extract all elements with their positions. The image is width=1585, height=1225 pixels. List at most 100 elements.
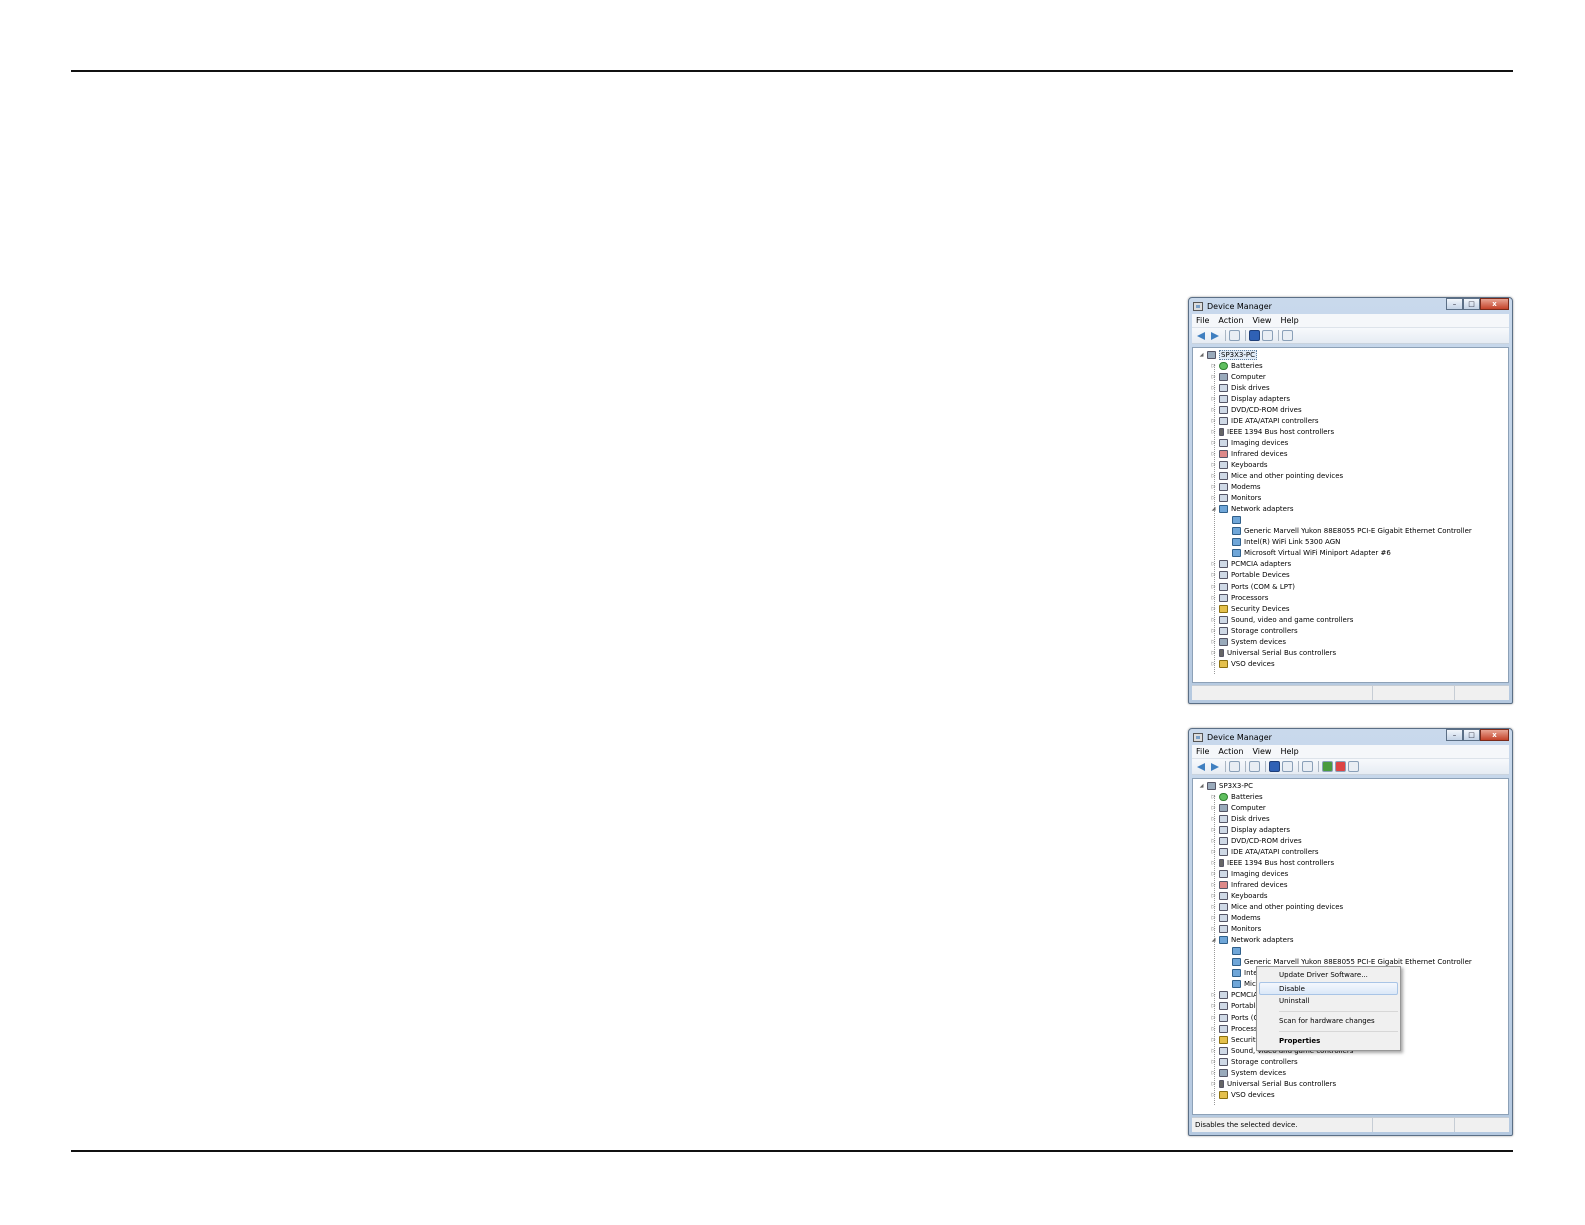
tree-item[interactable]: ▷ Computer xyxy=(1193,802,1508,813)
expand-arrow-icon[interactable]: ▷ xyxy=(1210,1059,1217,1065)
expand-arrow-icon[interactable]: ▷ xyxy=(1210,484,1217,490)
tree-item[interactable]: ▷ Ports (COM & LPT) xyxy=(1193,581,1508,592)
expand-arrow-icon[interactable]: ▷ xyxy=(1210,396,1217,402)
help-icon[interactable] xyxy=(1249,330,1260,341)
tree-item[interactable]: ▷ Sound, video and game controllers xyxy=(1193,614,1508,625)
tree-item-network-adapters[interactable]: ◢ Network adapters xyxy=(1193,935,1508,946)
properties-menu-item[interactable]: Properties xyxy=(1257,1035,1400,1048)
expand-arrow-icon[interactable]: ▷ xyxy=(1210,816,1217,822)
close-button[interactable]: x xyxy=(1480,729,1509,741)
minimize-button[interactable]: – xyxy=(1446,298,1463,310)
forward-icon[interactable] xyxy=(1209,761,1220,772)
properties-icon[interactable] xyxy=(1262,330,1273,341)
expand-arrow-icon[interactable]: ▷ xyxy=(1210,561,1217,567)
tree-item[interactable]: ▷ Security Devices xyxy=(1193,603,1508,614)
expand-arrow-icon[interactable]: ▷ xyxy=(1210,1003,1217,1009)
device-tree-pane[interactable]: ◢ SP3X3-PC ▷ Batteries ▷ Computer ▷ Disk dri… xyxy=(1192,347,1509,683)
expand-arrow-icon[interactable]: ▷ xyxy=(1210,1081,1217,1087)
network-device[interactable]: Generic Marvell Yukon 88E8055 PCI-E Giga… xyxy=(1193,526,1508,537)
tree-item[interactable]: ▷ VSO devices xyxy=(1193,658,1508,669)
expand-arrow-icon[interactable]: ▷ xyxy=(1210,363,1217,369)
expand-arrow-icon[interactable]: ▷ xyxy=(1210,805,1217,811)
expand-arrow-icon[interactable]: ▷ xyxy=(1210,606,1217,612)
tree-item[interactable]: ▷ Infrared devices xyxy=(1193,879,1508,890)
show-hide-tree-icon[interactable] xyxy=(1229,761,1240,772)
show-hide-tree-icon[interactable] xyxy=(1229,330,1240,341)
expand-arrow-icon[interactable]: ▷ xyxy=(1210,429,1217,435)
tree-item[interactable]: ▷ Computer xyxy=(1193,371,1508,382)
back-icon[interactable] xyxy=(1196,761,1207,772)
collapse-arrow-icon[interactable]: ◢ xyxy=(1198,352,1205,358)
expand-arrow-icon[interactable]: ▷ xyxy=(1210,860,1217,866)
expand-arrow-icon[interactable]: ▷ xyxy=(1210,628,1217,634)
network-device[interactable] xyxy=(1193,515,1508,526)
expand-arrow-icon[interactable]: ▷ xyxy=(1210,827,1217,833)
collapse-arrow-icon[interactable]: ◢ xyxy=(1210,506,1217,512)
expand-arrow-icon[interactable]: ▷ xyxy=(1210,893,1217,899)
menu-help[interactable]: Help xyxy=(1280,316,1298,325)
uninstall-icon[interactable] xyxy=(1335,761,1346,772)
tree-item[interactable]: ▷ Universal Serial Bus controllers xyxy=(1193,647,1508,658)
disable-menu-item[interactable]: Disable xyxy=(1259,982,1398,995)
expand-arrow-icon[interactable]: ▷ xyxy=(1210,418,1217,424)
scan-hardware-menu-item[interactable]: Scan for hardware changes xyxy=(1257,1015,1400,1028)
expand-arrow-icon[interactable]: ▷ xyxy=(1210,495,1217,501)
tree-item[interactable]: ▷ PCMCIA adapters xyxy=(1193,559,1508,570)
collapse-arrow-icon[interactable]: ◢ xyxy=(1198,783,1205,789)
expand-arrow-icon[interactable]: ▷ xyxy=(1210,639,1217,645)
forward-icon[interactable] xyxy=(1209,330,1220,341)
context-menu[interactable]: Update Driver Software... Disable Uninst… xyxy=(1256,966,1401,1051)
expand-arrow-icon[interactable]: ▷ xyxy=(1210,407,1217,413)
menu-view[interactable]: View xyxy=(1252,747,1271,756)
expand-arrow-icon[interactable]: ▷ xyxy=(1210,374,1217,380)
tree-root[interactable]: ◢ SP3X3-PC xyxy=(1193,780,1508,791)
tree-item[interactable]: ▷ IDE ATA/ATAPI controllers xyxy=(1193,846,1508,857)
tree-item[interactable]: ▷ Monitors xyxy=(1193,924,1508,935)
expand-arrow-icon[interactable]: ▷ xyxy=(1210,838,1217,844)
expand-arrow-icon[interactable]: ▷ xyxy=(1210,584,1217,590)
tree-item[interactable]: ▷ Universal Serial Bus controllers xyxy=(1193,1078,1508,1089)
expand-arrow-icon[interactable]: ▷ xyxy=(1210,1015,1217,1021)
tree-item[interactable]: ▷ DVD/CD-ROM drives xyxy=(1193,404,1508,415)
view-icon[interactable] xyxy=(1282,761,1293,772)
expand-arrow-icon[interactable]: ▷ xyxy=(1210,915,1217,921)
tree-item[interactable]: ▷ Mice and other pointing devices xyxy=(1193,902,1508,913)
expand-arrow-icon[interactable]: ▷ xyxy=(1210,661,1217,667)
network-device[interactable] xyxy=(1193,946,1508,957)
tree-item[interactable]: ▷ Keyboards xyxy=(1193,459,1508,470)
collapse-arrow-icon[interactable]: ◢ xyxy=(1210,937,1217,943)
tree-item[interactable]: ▷ Imaging devices xyxy=(1193,868,1508,879)
title-bar[interactable]: Device Manager – □ x xyxy=(1189,298,1512,314)
menu-view[interactable]: View xyxy=(1252,316,1271,325)
expand-arrow-icon[interactable]: ▷ xyxy=(1210,992,1217,998)
scan-hardware-icon[interactable] xyxy=(1302,761,1313,772)
tree-item[interactable]: ▷ Storage controllers xyxy=(1193,625,1508,636)
device-manager-window[interactable]: Device Manager – □ x File Action View He… xyxy=(1188,728,1513,1136)
close-button[interactable]: x xyxy=(1480,298,1509,310)
uninstall-menu-item[interactable]: Uninstall xyxy=(1257,995,1400,1008)
tree-root[interactable]: ◢ SP3X3-PC xyxy=(1193,349,1508,360)
tree-item[interactable]: ▷ System devices xyxy=(1193,1067,1508,1078)
properties-icon[interactable] xyxy=(1249,761,1260,772)
update-driver-menu-item[interactable]: Update Driver Software... xyxy=(1257,969,1400,982)
device-manager-window[interactable]: Device Manager – □ x File Action View He… xyxy=(1188,297,1513,704)
maximize-button[interactable]: □ xyxy=(1463,729,1480,741)
expand-arrow-icon[interactable]: ▷ xyxy=(1210,794,1217,800)
minimize-button[interactable]: – xyxy=(1446,729,1463,741)
expand-arrow-icon[interactable]: ▷ xyxy=(1210,462,1217,468)
menu-file[interactable]: File xyxy=(1196,316,1209,325)
expand-arrow-icon[interactable]: ▷ xyxy=(1210,1048,1217,1054)
back-icon[interactable] xyxy=(1196,330,1207,341)
tree-item[interactable]: ▷ Disk drives xyxy=(1193,382,1508,393)
tree-item[interactable]: ▷ Infrared devices xyxy=(1193,448,1508,459)
tree-item[interactable]: ▷ Display adapters xyxy=(1193,393,1508,404)
tree-item[interactable]: ▷ Disk drives xyxy=(1193,813,1508,824)
menu-file[interactable]: File xyxy=(1196,747,1209,756)
expand-arrow-icon[interactable]: ▷ xyxy=(1210,1092,1217,1098)
expand-arrow-icon[interactable]: ▷ xyxy=(1210,617,1217,623)
tree-item-network-adapters[interactable]: ◢ Network adapters xyxy=(1193,504,1508,515)
help-icon[interactable] xyxy=(1269,761,1280,772)
expand-arrow-icon[interactable]: ▷ xyxy=(1210,904,1217,910)
tree-item[interactable]: ▷ Monitors xyxy=(1193,493,1508,504)
expand-arrow-icon[interactable]: ▷ xyxy=(1210,473,1217,479)
